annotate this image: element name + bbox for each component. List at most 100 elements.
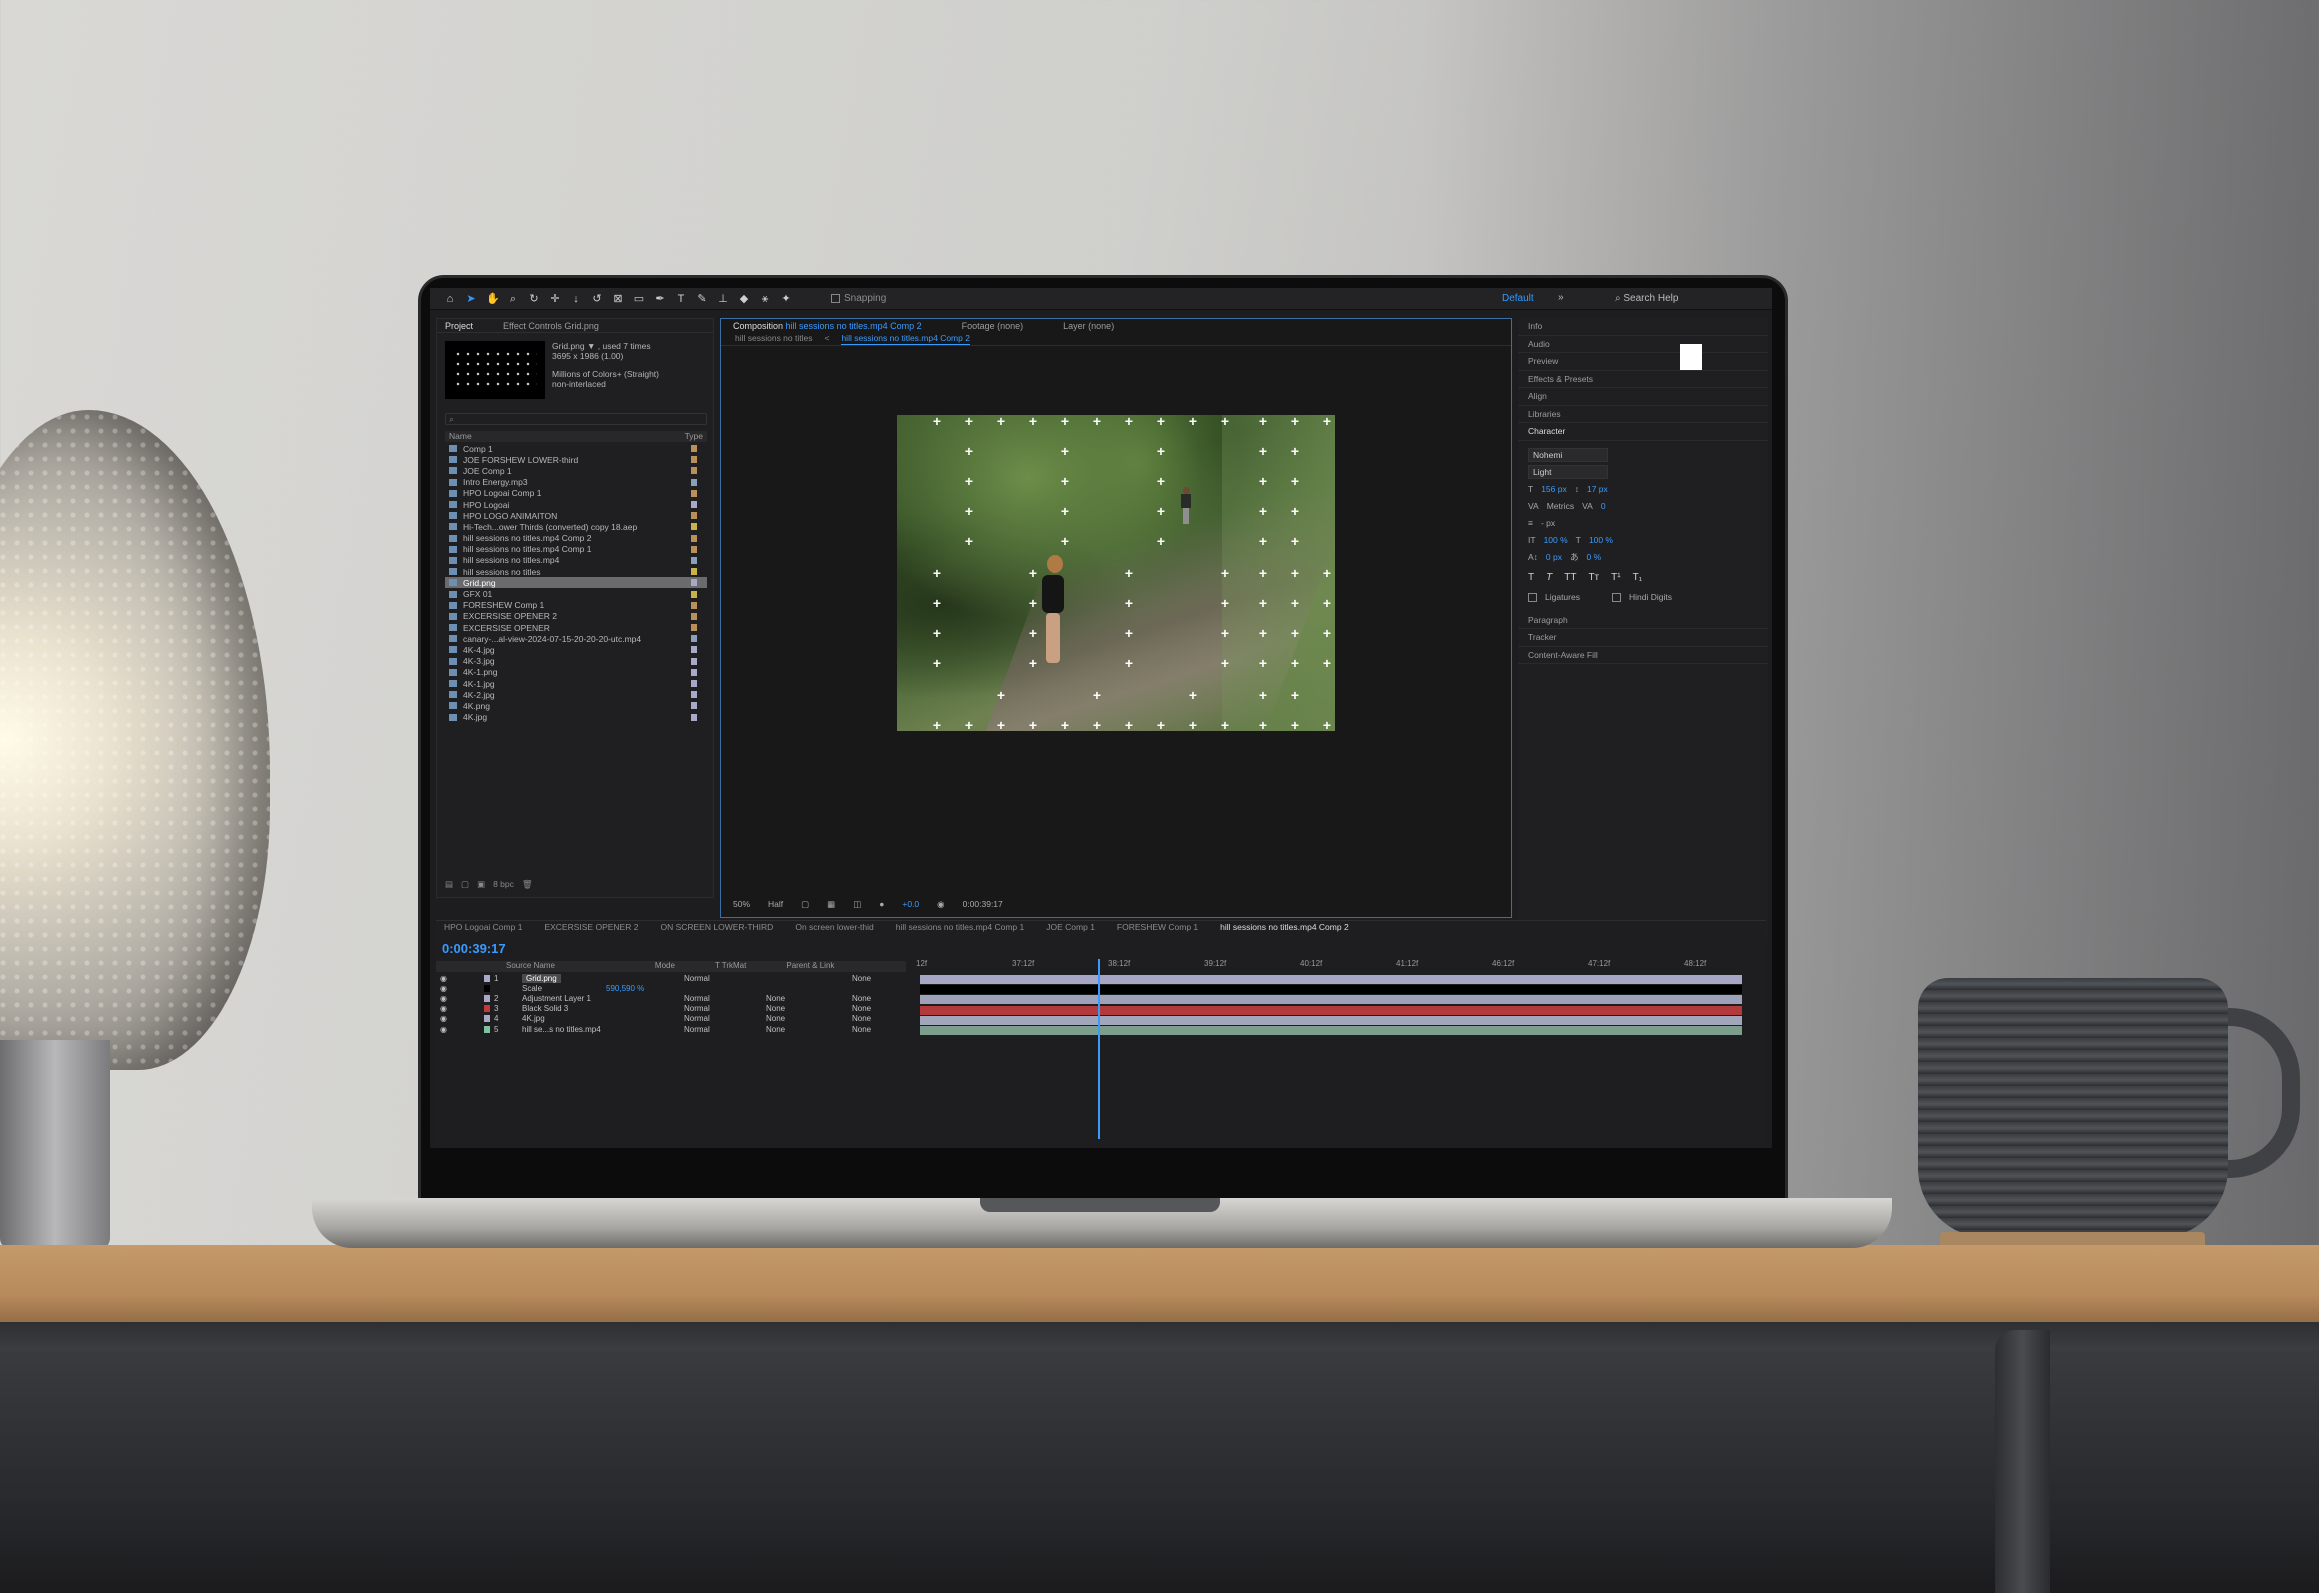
layer-parent[interactable]: None: [852, 974, 871, 983]
project-item[interactable]: HPO Logoai Comp 1: [445, 488, 707, 499]
color-channel-icon[interactable]: ●: [879, 899, 884, 909]
layer-mode[interactable]: Normal: [684, 974, 710, 983]
label-color-swatch[interactable]: [691, 624, 697, 632]
panel-section-paragraph[interactable]: Paragraph: [1518, 612, 1768, 629]
font-style-field[interactable]: Light: [1528, 465, 1608, 479]
label-color-swatch[interactable]: [691, 489, 697, 497]
layer-name[interactable]: Scale: [522, 984, 542, 993]
panel-section-info[interactable]: Info: [1518, 318, 1768, 336]
panel-section-content-aware-fill[interactable]: Content-Aware Fill: [1518, 647, 1768, 664]
panel-section-tracker[interactable]: Tracker: [1518, 629, 1768, 647]
label-color-swatch[interactable]: [691, 568, 697, 576]
stroke-width-value[interactable]: - px: [1541, 518, 1555, 528]
search-help[interactable]: ⌕ Search Help: [1615, 293, 1678, 304]
label-color-swatch[interactable]: [691, 668, 697, 676]
leading-value[interactable]: 17 px: [1587, 484, 1608, 494]
tab-project[interactable]: Project: [445, 321, 473, 331]
hindi-digits-checkbox[interactable]: [1611, 592, 1621, 602]
layer-parent[interactable]: None: [852, 1025, 871, 1034]
all-caps-button[interactable]: TT: [1564, 572, 1576, 583]
visibility-eye-icon[interactable]: ◉: [440, 1014, 447, 1023]
layer-row[interactable]: ◉ 3 Black Solid 3 Normal None None: [436, 1004, 906, 1014]
exposure-value[interactable]: +0.0: [902, 899, 919, 909]
project-item[interactable]: hill sessions no titles.mp4 Comp 2: [445, 533, 707, 544]
visibility-eye-icon[interactable]: ◉: [440, 984, 447, 993]
visibility-eye-icon[interactable]: ◉: [440, 1025, 447, 1034]
label-color-swatch[interactable]: [691, 512, 697, 520]
panel-section-audio[interactable]: Audio: [1518, 336, 1768, 353]
panel-section-effects-presets[interactable]: Effects & Presets: [1518, 371, 1768, 388]
current-timecode[interactable]: 0:00:39:17: [442, 941, 506, 956]
label-color-swatch[interactable]: [691, 635, 697, 643]
project-item[interactable]: Intro Energy.mp3: [445, 477, 707, 488]
label-color-swatch[interactable]: [691, 691, 697, 699]
region-of-interest-icon[interactable]: ▢: [801, 899, 809, 910]
rotate-tool-icon[interactable]: ↺: [591, 293, 603, 305]
mask-visibility-icon[interactable]: ◫: [853, 899, 861, 910]
label-color-swatch[interactable]: [691, 456, 697, 464]
tab-composition[interactable]: Composition hill sessions no titles.mp4 …: [733, 321, 922, 331]
layer-row[interactable]: ◉ Scale 590,590 %: [436, 983, 906, 993]
visibility-eye-icon[interactable]: ◉: [440, 974, 447, 983]
kerning-value[interactable]: Metrics: [1547, 501, 1574, 511]
project-item[interactable]: HPO LOGO ANIMAITON: [445, 510, 707, 521]
layer-label-color[interactable]: [484, 1005, 490, 1013]
faux-italic-button[interactable]: T: [1546, 572, 1552, 583]
layer-mode[interactable]: Normal: [684, 1014, 710, 1023]
tsume-value[interactable]: 0 %: [1587, 552, 1602, 562]
selection-tool-icon[interactable]: ➤: [465, 293, 477, 305]
label-color-swatch[interactable]: [691, 501, 697, 509]
snapping-checkbox[interactable]: [831, 294, 840, 303]
column-type[interactable]: Type: [685, 431, 703, 442]
move-tool-icon[interactable]: ✛: [549, 293, 561, 305]
transparency-grid-icon[interactable]: ▦: [827, 899, 835, 910]
label-color-swatch[interactable]: [691, 534, 697, 542]
label-color-swatch[interactable]: [691, 657, 697, 665]
timeline-tab[interactable]: On screen lower-thid: [795, 922, 873, 934]
dolly-tool-icon[interactable]: ↓: [570, 293, 582, 305]
layer-duration-bar[interactable]: [920, 1015, 1742, 1025]
snapshot-icon[interactable]: ◉: [937, 899, 944, 910]
layer-trkmat[interactable]: None: [766, 1014, 785, 1023]
layer-mode[interactable]: Normal: [684, 1025, 710, 1034]
layer-row[interactable]: ◉ 2 Adjustment Layer 1 Normal None None: [436, 993, 906, 1003]
label-color-swatch[interactable]: [691, 601, 697, 609]
layer-row[interactable]: ◉ 1 Grid.png Normal None: [436, 973, 906, 983]
project-item[interactable]: 4K-2.jpg: [445, 689, 707, 700]
project-item[interactable]: FORESHEW Comp 1: [445, 600, 707, 611]
pan-behind-tool-icon[interactable]: ⊠: [612, 293, 624, 305]
small-caps-button[interactable]: Tт: [1588, 572, 1599, 583]
eraser-tool-icon[interactable]: ◆: [738, 293, 750, 305]
label-color-swatch[interactable]: [691, 713, 697, 721]
rectangle-tool-icon[interactable]: ▭: [633, 293, 645, 305]
font-family-field[interactable]: Nohemi: [1528, 448, 1608, 462]
new-comp-icon[interactable]: ▣: [477, 879, 485, 890]
project-item[interactable]: Comp 1: [445, 443, 707, 454]
label-color-swatch[interactable]: [691, 579, 697, 587]
new-folder-icon[interactable]: ▢: [461, 879, 469, 890]
col-mode[interactable]: Mode: [655, 961, 675, 972]
type-tool-icon[interactable]: T: [675, 293, 687, 305]
layer-mode[interactable]: Normal: [684, 1004, 710, 1013]
layer-name[interactable]: Black Solid 3: [522, 1004, 568, 1013]
layer-label-color[interactable]: [484, 974, 490, 982]
pen-tool-icon[interactable]: ✒: [654, 293, 666, 305]
layer-duration-bar[interactable]: [920, 1005, 1742, 1015]
interpret-footage-icon[interactable]: ▤: [445, 879, 453, 890]
scale-value[interactable]: 590,590 %: [606, 984, 644, 993]
puppet-tool-icon[interactable]: ✦: [780, 293, 792, 305]
layer-parent[interactable]: None: [852, 1014, 871, 1023]
tab-footage[interactable]: Footage (none): [962, 321, 1024, 331]
layer-duration-bar[interactable]: [920, 975, 1742, 984]
label-color-swatch[interactable]: [691, 612, 697, 620]
label-color-swatch[interactable]: [691, 590, 697, 598]
timeline-tab[interactable]: FORESHEW Comp 1: [1117, 922, 1198, 934]
magnification-dropdown[interactable]: 50%: [733, 899, 750, 909]
project-item[interactable]: EXCERSISE OPENER 2: [445, 611, 707, 622]
project-item[interactable]: canary-...al-view-2024-07-15-20-20-20-ut…: [445, 633, 707, 644]
horizontal-scale-value[interactable]: 100 %: [1589, 535, 1613, 545]
home-icon[interactable]: ⌂: [444, 293, 456, 305]
project-item[interactable]: hill sessions no titles.mp4: [445, 555, 707, 566]
project-search-input[interactable]: ⌕: [445, 413, 707, 425]
faux-bold-button[interactable]: T: [1528, 572, 1534, 583]
